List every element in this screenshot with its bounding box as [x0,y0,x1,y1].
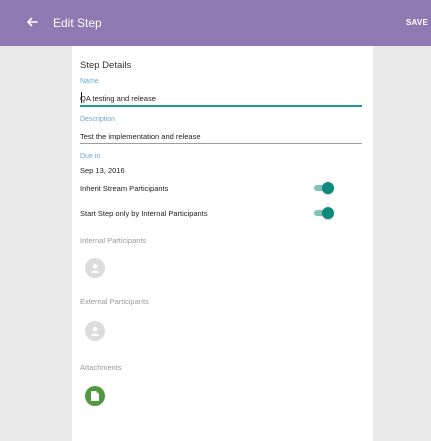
section-title: Step Details [80,60,132,71]
page-title: Edit Step [53,16,102,30]
add-person-icon [91,264,99,273]
inherit-participants-toggle[interactable] [312,182,334,194]
attachments-label: Attachments [80,363,122,372]
toggle-thumb [322,182,334,194]
inherit-participants-label: Inherit Stream Participants [80,184,169,193]
add-person-icon [91,327,99,336]
start-step-internal-label: Start Step only by Internal Participants [80,209,208,218]
due-label: Due in [80,153,101,160]
arrow-left-icon[interactable] [24,14,40,30]
save-button[interactable]: SAVE [406,18,428,27]
internal-participants-label: Internal Participants [80,236,147,245]
description-field[interactable]: Test the implementation and release [80,132,201,141]
add-attachment-button[interactable] [85,386,105,406]
due-date-field[interactable]: Sep 13, 2016 [80,166,125,175]
name-field-underline [80,105,362,107]
description-field-underline [80,143,362,144]
add-internal-participant-button[interactable] [85,258,105,278]
description-label: Description [80,116,116,123]
step-details-card: Step Details Name QA testing and release… [72,46,373,441]
add-file-icon [91,391,99,401]
add-external-participant-button[interactable] [85,321,105,341]
external-participants-label: External Participants [80,297,149,306]
app-bar: Edit Step SAVE [0,0,431,46]
name-field[interactable]: QA testing and release [80,94,156,103]
name-label: Name [80,78,99,85]
text-caret [81,92,82,103]
toggle-thumb [322,207,334,219]
start-step-internal-toggle[interactable] [312,207,334,219]
